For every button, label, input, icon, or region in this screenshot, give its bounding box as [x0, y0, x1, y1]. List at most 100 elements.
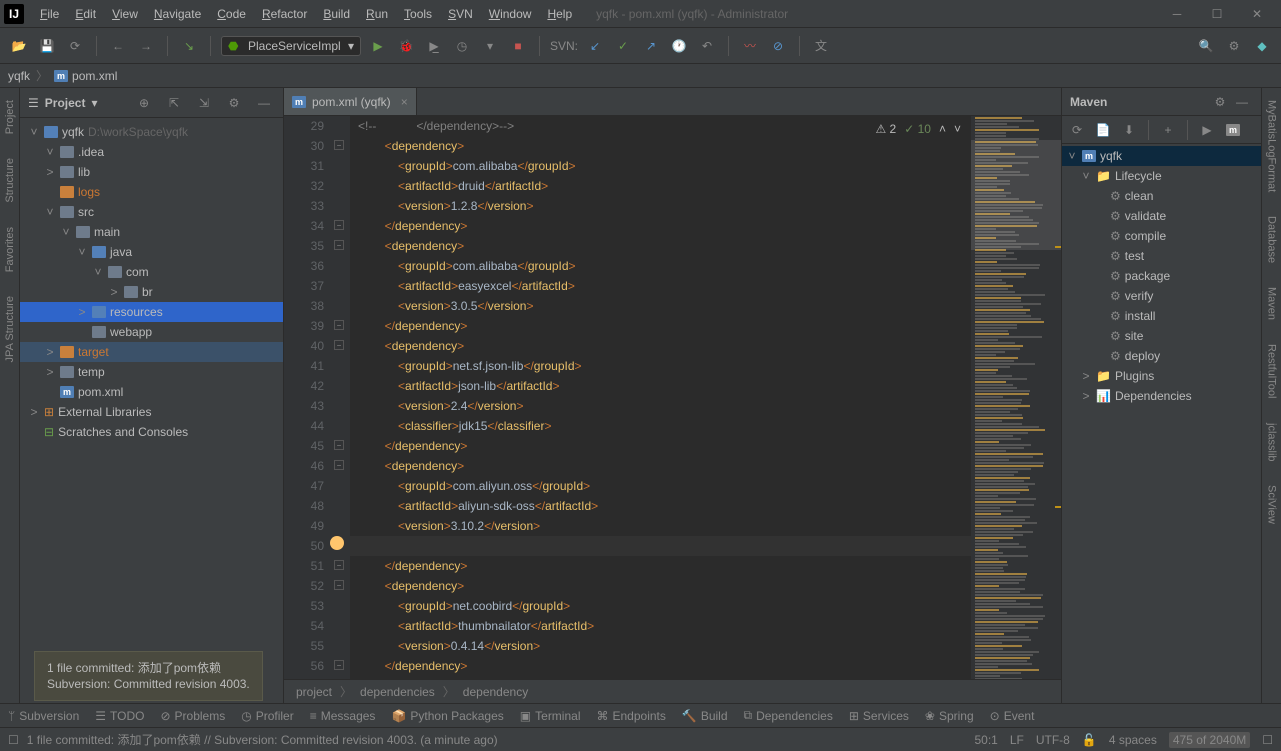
tree-node-resources[interactable]: >resources — [20, 302, 283, 322]
run-maven-icon[interactable]: ▶ — [1196, 119, 1218, 141]
rollback-icon[interactable]: ↶ — [696, 35, 718, 57]
fold-toggle[interactable]: − — [334, 580, 344, 590]
editor-bc-dependency[interactable]: dependency — [463, 685, 528, 699]
rail-favorites[interactable]: Favorites — [4, 223, 16, 276]
maven-plugins[interactable]: >📁Plugins — [1062, 366, 1261, 386]
run-config-selector[interactable]: ⬣PlaceServiceImpl▾ — [221, 36, 361, 56]
select-target-icon[interactable]: ⊕ — [133, 92, 155, 114]
maximize-button[interactable]: ☐ — [1205, 2, 1229, 26]
tree-node-java[interactable]: ˅java — [20, 242, 283, 262]
fold-toggle[interactable]: − — [334, 140, 344, 150]
chart-icon[interactable]: 〰 — [739, 35, 761, 57]
menu-refactor[interactable]: Refactor — [254, 3, 315, 25]
menu-view[interactable]: View — [104, 3, 146, 25]
settings-icon[interactable]: ⚙ — [1223, 35, 1245, 57]
back-icon[interactable]: ← — [107, 35, 129, 57]
tree-node-webapp[interactable]: webapp — [20, 322, 283, 342]
tree-node-logs[interactable]: logs — [20, 182, 283, 202]
fold-toggle[interactable]: − — [334, 340, 344, 350]
commit-icon[interactable]: ✓ — [612, 35, 634, 57]
menu-tools[interactable]: Tools — [396, 3, 440, 25]
add-icon[interactable]: + — [1157, 119, 1179, 141]
coverage-icon[interactable]: ▶̲ — [423, 35, 445, 57]
download-icon[interactable]: ⬇ — [1118, 119, 1140, 141]
nopower-icon[interactable]: ⊘ — [767, 35, 789, 57]
menu-run[interactable]: Run — [358, 3, 396, 25]
maven-compile[interactable]: ⚙compile — [1062, 226, 1261, 246]
maven-verify[interactable]: ⚙verify — [1062, 286, 1261, 306]
stop-icon[interactable]: ■ — [507, 35, 529, 57]
menu-navigate[interactable]: Navigate — [146, 3, 209, 25]
close-tab-icon[interactable]: × — [401, 95, 408, 109]
rail-maven[interactable]: Maven — [1266, 283, 1278, 324]
toolwindow-problems[interactable]: ⊘Problems — [160, 709, 225, 723]
breadcrumb-project[interactable]: yqfk — [8, 69, 30, 83]
line-separator[interactable]: LF — [1010, 733, 1024, 747]
maven-deploy[interactable]: ⚙deploy — [1062, 346, 1261, 366]
editor-content[interactable]: 2930313233343536373839404142434445464748… — [284, 116, 1061, 679]
menu-svn[interactable]: SVN — [440, 3, 481, 25]
update-icon[interactable]: ↙ — [584, 35, 606, 57]
encoding[interactable]: UTF-8 — [1036, 733, 1070, 747]
menu-build[interactable]: Build — [315, 3, 358, 25]
rail-structure[interactable]: Structure — [4, 154, 16, 207]
fold-toggle[interactable]: − — [334, 240, 344, 250]
tree-node-.idea[interactable]: ˅.idea — [20, 142, 283, 162]
rail-jclasslib[interactable]: jclasslib — [1266, 419, 1278, 466]
codewithme-icon[interactable]: ◆ — [1251, 35, 1273, 57]
menu-window[interactable]: Window — [481, 3, 540, 25]
intention-bulb-icon[interactable] — [330, 536, 344, 550]
forward-icon[interactable]: → — [135, 35, 157, 57]
maven-site[interactable]: ⚙site — [1062, 326, 1261, 346]
fold-toggle[interactable]: − — [334, 660, 344, 670]
tree-node-src[interactable]: ˅src — [20, 202, 283, 222]
inspections-widget[interactable]: ⚠ 2 ✓ 10 ˄˅ — [875, 122, 961, 136]
editor-bc-dependencies[interactable]: dependencies — [360, 685, 435, 699]
toolwindow-subversion[interactable]: ᛘSubversion — [8, 709, 79, 723]
search-icon[interactable]: 🔍 — [1195, 35, 1217, 57]
tree-node-temp[interactable]: >temp — [20, 362, 283, 382]
toolwindow-profiler[interactable]: ◷Profiler — [241, 709, 294, 723]
toolwindow-python-packages[interactable]: 📦Python Packages — [391, 709, 503, 723]
profile-icon[interactable]: ◷ — [451, 35, 473, 57]
hammer-icon[interactable]: ↘ — [178, 35, 200, 57]
collapse-all-icon[interactable]: ⇲ — [193, 92, 215, 114]
close-button[interactable]: ✕ — [1245, 2, 1269, 26]
editor-breadcrumb[interactable]: project〉dependencies〉dependency — [284, 679, 1061, 703]
caret-position[interactable]: 50:1 — [974, 733, 997, 747]
breadcrumb-file[interactable]: mpom.xml — [54, 69, 117, 83]
project-tree[interactable]: ˅yqfkD:\workSpace\yqfk˅.idea>liblogs˅src… — [20, 118, 283, 703]
maven-validate[interactable]: ⚙validate — [1062, 206, 1261, 226]
run-icon[interactable]: ▶ — [367, 35, 389, 57]
maven-test[interactable]: ⚙test — [1062, 246, 1261, 266]
maven-lifecycle[interactable]: ˅📁Lifecycle — [1062, 166, 1261, 186]
open-icon[interactable]: 📂 — [8, 35, 30, 57]
maven-clean[interactable]: ⚙clean — [1062, 186, 1261, 206]
maven-yqfk[interactable]: ˅myqfk — [1062, 146, 1261, 166]
tree-node-br[interactable]: >br — [20, 282, 283, 302]
toolwindow-build[interactable]: 🔨Build — [682, 709, 728, 723]
fold-toggle[interactable]: − — [334, 440, 344, 450]
attach-icon[interactable]: ▾ — [479, 35, 501, 57]
history-icon[interactable]: 🕐 — [668, 35, 690, 57]
menu-code[interactable]: Code — [209, 3, 254, 25]
rail-database[interactable]: Database — [1266, 212, 1278, 267]
notification-popup[interactable]: 1 file committed: 添加了pom依赖 Subversion: C… — [34, 651, 263, 701]
push-icon[interactable]: ↗ — [640, 35, 662, 57]
rail-sciview[interactable]: SciView — [1266, 481, 1278, 528]
menu-edit[interactable]: Edit — [67, 3, 104, 25]
debug-icon[interactable]: 🐞 — [395, 35, 417, 57]
toolwindow-endpoints[interactable]: ⌘Endpoints — [597, 709, 666, 723]
sync-icon[interactable]: ⟳ — [64, 35, 86, 57]
toolwindow-todo[interactable]: ☰TODO — [95, 709, 144, 723]
gear-icon[interactable]: ⚙ — [1209, 91, 1231, 113]
hide-icon[interactable]: — — [253, 92, 275, 114]
tree-node-target[interactable]: >target — [20, 342, 283, 362]
hide-icon[interactable]: — — [1231, 91, 1253, 113]
fold-toggle[interactable]: − — [334, 220, 344, 230]
maven-package[interactable]: ⚙package — [1062, 266, 1261, 286]
rail-jpa-structure[interactable]: JPA Structure — [4, 292, 16, 366]
save-icon[interactable]: 💾 — [36, 35, 58, 57]
toolwindow-event[interactable]: ⊙Event — [990, 709, 1035, 723]
tree-node-main[interactable]: ˅main — [20, 222, 283, 242]
